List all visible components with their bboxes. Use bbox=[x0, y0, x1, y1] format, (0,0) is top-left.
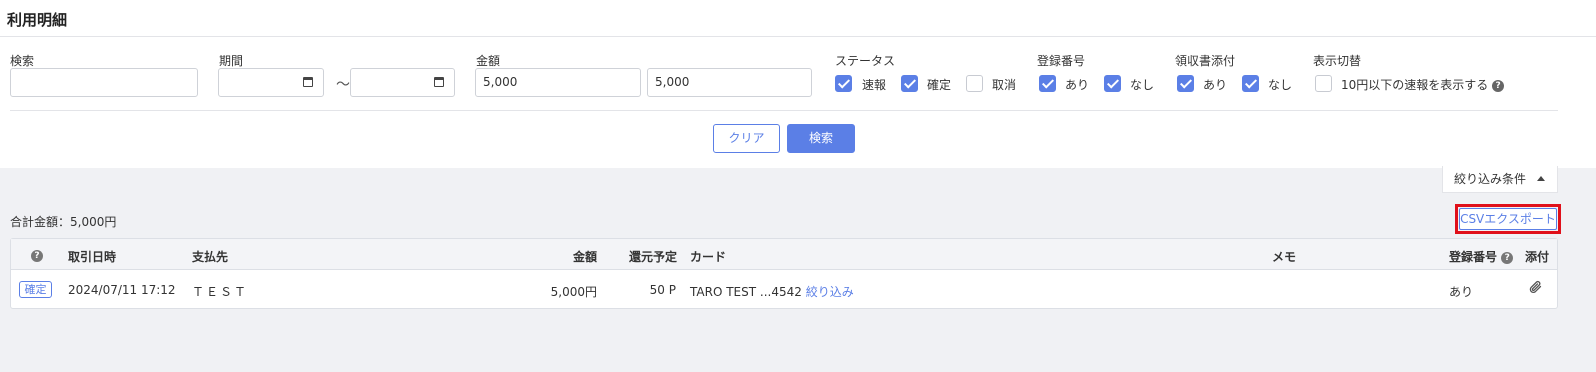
page-title: 利用明細 bbox=[7, 11, 68, 29]
filter-panel: 利用明細 検索 期間 ～ 金額 5,000 5,000 ステータス 速報 確定 … bbox=[0, 0, 1596, 168]
paperclip-icon[interactable] bbox=[1528, 279, 1544, 298]
show-small-preliminary-label: 10円以下の速報を表示する ? bbox=[1341, 76, 1505, 93]
status-preliminary-checkbox[interactable] bbox=[835, 75, 852, 92]
amount-label: 金額 bbox=[476, 54, 501, 68]
header-attachment: 添付 bbox=[1525, 250, 1550, 264]
amount-max-input[interactable]: 5,000 bbox=[647, 68, 812, 97]
registration-yes-checkbox[interactable] bbox=[1039, 75, 1056, 92]
header-datetime: 取引日時 bbox=[68, 250, 117, 264]
calendar-icon[interactable] bbox=[434, 77, 444, 87]
table-header: ? 取引日時 支払先 金額 還元予定 カード メモ 登録番号 ? 添付 bbox=[11, 239, 1557, 270]
period-label: 期間 bbox=[219, 54, 244, 68]
receipt-no-label: なし bbox=[1268, 78, 1293, 92]
amount-min-input[interactable]: 5,000 bbox=[475, 68, 641, 97]
cell-registration: あり bbox=[1449, 285, 1474, 299]
search-label: 検索 bbox=[10, 54, 35, 68]
status-label: ステータス bbox=[835, 54, 896, 68]
caret-up-icon bbox=[1537, 176, 1545, 181]
calendar-icon[interactable] bbox=[303, 77, 313, 87]
status-badge: 確定 bbox=[19, 281, 52, 298]
cell-datetime: 2024/07/11 17:12 bbox=[68, 283, 176, 297]
clear-button[interactable]: クリア bbox=[713, 124, 780, 153]
status-cancelled-label: 取消 bbox=[992, 78, 1017, 92]
transactions-table: ? 取引日時 支払先 金額 還元予定 カード メモ 登録番号 ? 添付 確定 2… bbox=[10, 238, 1558, 309]
cell-card: TARO TEST ...4542 絞り込み bbox=[690, 285, 854, 299]
cell-payee: ＴＥＳＴ bbox=[192, 285, 249, 299]
header-payee: 支払先 bbox=[192, 250, 229, 264]
show-small-preliminary-checkbox[interactable] bbox=[1315, 75, 1332, 92]
receipt-yes-checkbox[interactable] bbox=[1177, 75, 1194, 92]
registration-yes-label: あり bbox=[1065, 78, 1090, 92]
header-points: 還元予定 bbox=[629, 250, 678, 264]
search-button[interactable]: 検索 bbox=[787, 124, 855, 153]
header-card: カード bbox=[690, 250, 727, 264]
status-preliminary-label: 速報 bbox=[862, 78, 887, 92]
status-confirmed-checkbox[interactable] bbox=[901, 75, 918, 92]
period-end-input[interactable] bbox=[350, 68, 455, 97]
header-memo: メモ bbox=[1272, 250, 1297, 264]
receipt-label: 領収書添付 bbox=[1175, 54, 1236, 68]
display-label: 表示切替 bbox=[1313, 54, 1362, 68]
header-registration: 登録番号 ? bbox=[1449, 248, 1514, 265]
card-filter-link[interactable]: 絞り込み bbox=[806, 285, 854, 299]
receipt-no-checkbox[interactable] bbox=[1242, 75, 1259, 92]
period-separator: ～ bbox=[336, 77, 350, 93]
divider bbox=[0, 36, 1596, 37]
filter-toggle-button[interactable]: 絞り込み条件 bbox=[1442, 166, 1558, 193]
registration-no-label: なし bbox=[1130, 78, 1155, 92]
registration-label: 登録番号 bbox=[1037, 54, 1086, 68]
receipt-yes-label: あり bbox=[1203, 78, 1228, 92]
total-amount: 合計金額：5,000円 bbox=[10, 215, 117, 229]
search-input[interactable] bbox=[10, 68, 198, 97]
cell-amount: 5,000円 bbox=[550, 285, 597, 299]
help-icon[interactable]: ? bbox=[1501, 251, 1514, 264]
csv-export-button[interactable]: CSVエクスポート bbox=[1459, 208, 1557, 230]
status-cancelled-checkbox[interactable] bbox=[966, 75, 983, 92]
help-icon[interactable]: ? bbox=[1492, 79, 1505, 92]
header-amount: 金額 bbox=[572, 250, 597, 264]
period-start-input[interactable] bbox=[218, 68, 324, 97]
divider bbox=[10, 110, 1558, 111]
status-confirmed-label: 確定 bbox=[927, 78, 952, 92]
help-icon[interactable]: ? bbox=[31, 248, 43, 262]
registration-no-checkbox[interactable] bbox=[1104, 75, 1121, 92]
cell-points: 50 P bbox=[649, 283, 676, 297]
